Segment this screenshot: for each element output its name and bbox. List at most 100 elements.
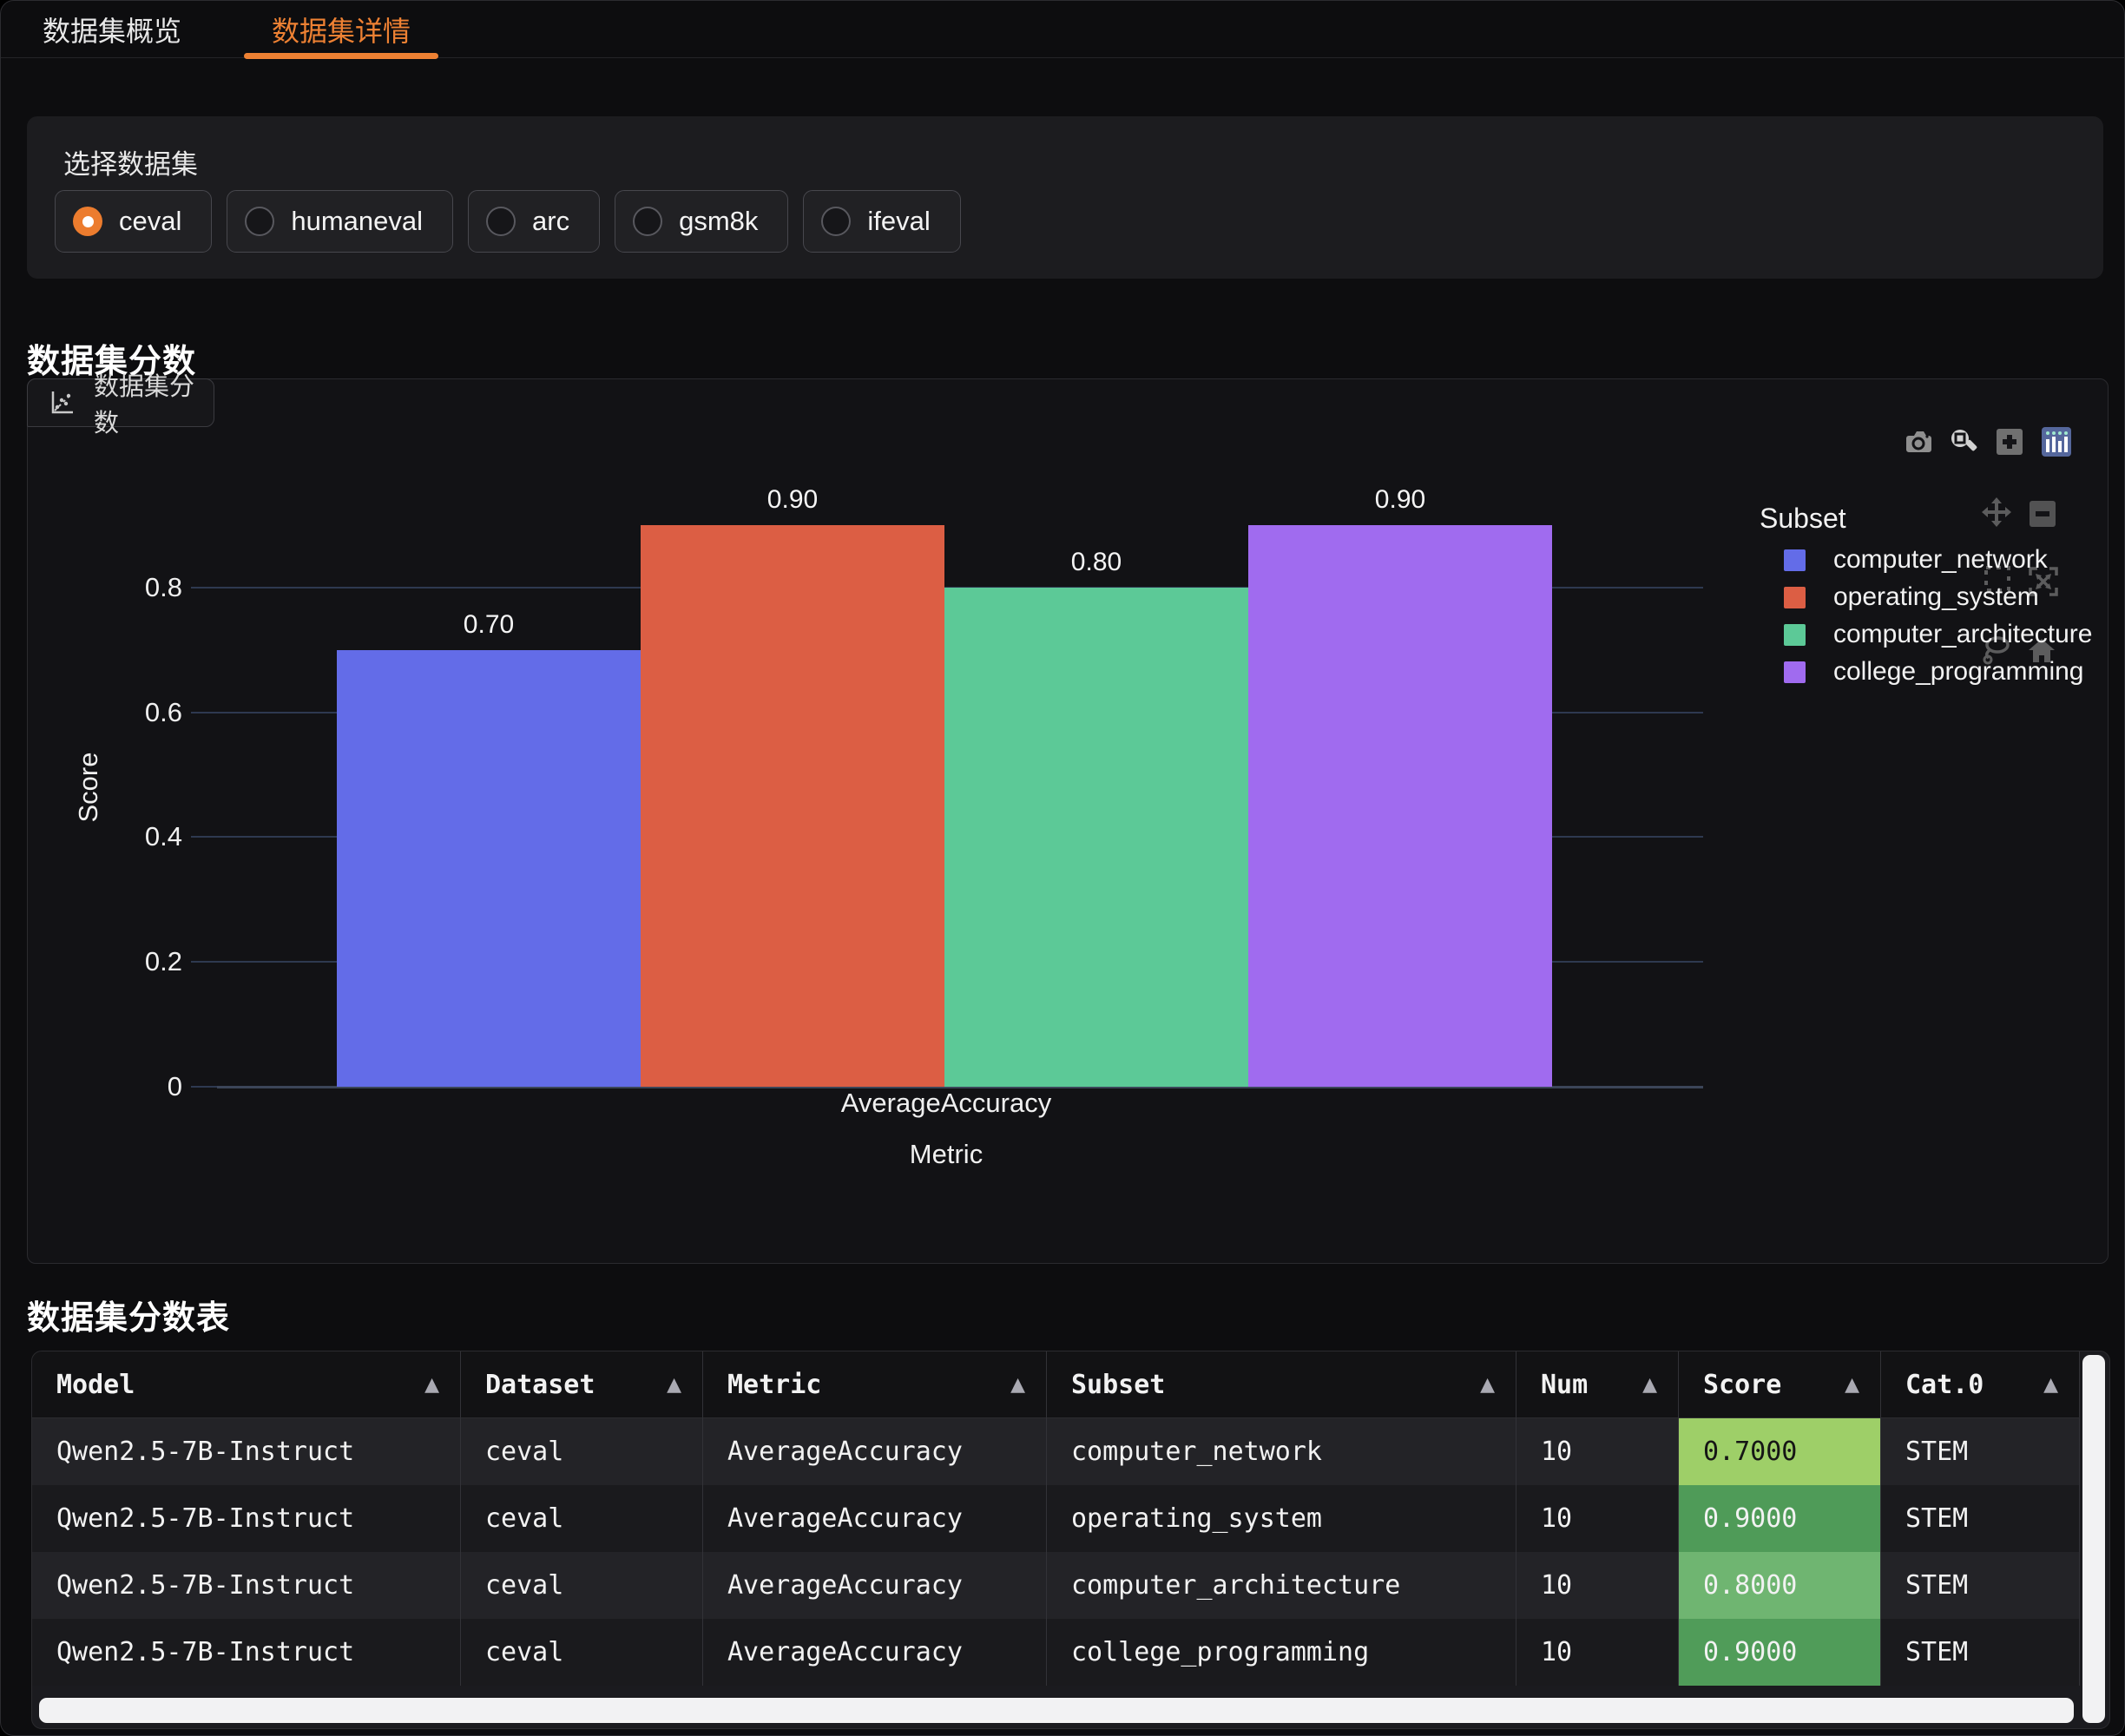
table-row[interactable]: Qwen2.5-7B-InstructcevalAverageAccuracyo…	[32, 1485, 2080, 1552]
y-tick-label: 0.2	[78, 946, 182, 977]
column-header-model[interactable]: Model ▲	[32, 1351, 461, 1418]
bar-value-label: 0.70	[464, 610, 514, 640]
y-tick-mark	[191, 961, 217, 963]
tab-label: 数据集详情	[272, 10, 411, 49]
bar-operating_system[interactable]	[641, 525, 944, 1087]
column-header-label: Cat.0	[1905, 1370, 1984, 1400]
column-header-label: Metric	[727, 1370, 821, 1400]
tab-bar: 数据集概览 数据集详情	[1, 1, 2124, 58]
y-tick-mark	[191, 712, 217, 713]
score-cell: 0.9000	[1679, 1619, 1881, 1686]
table-cell: AverageAccuracy	[703, 1418, 1047, 1485]
legend-item-computer_architecture[interactable]: computer_architecture	[1760, 619, 2092, 650]
table-cell: 10	[1516, 1418, 1679, 1485]
dataset-radio-ifeval[interactable]: ifeval	[803, 190, 960, 253]
sort-asc-icon[interactable]: ▲	[1845, 1374, 1859, 1396]
table-row[interactable]: Qwen2.5-7B-InstructcevalAverageAccuracyc…	[32, 1418, 2080, 1485]
dataset-radio-humaneval[interactable]: humaneval	[227, 190, 453, 253]
radio-selected-icon[interactable]	[73, 207, 102, 236]
table-cell: computer_network	[1047, 1418, 1516, 1485]
sort-asc-icon[interactable]: ▲	[667, 1374, 681, 1396]
dataset-selector-label: 选择数据集	[63, 142, 198, 181]
legend-swatch-icon	[1784, 624, 1806, 646]
table-cell: 10	[1516, 1552, 1679, 1619]
tab-label: 数据集概览	[43, 10, 181, 49]
radio-option-label: humaneval	[291, 206, 423, 237]
x-axis-title: Metric	[910, 1139, 983, 1170]
table-cell: Qwen2.5-7B-Instruct	[32, 1552, 461, 1619]
sort-asc-icon[interactable]: ▲	[2043, 1374, 2058, 1396]
radio-unselected-icon[interactable]	[633, 207, 662, 236]
radio-option-label: arc	[532, 206, 569, 237]
bar-computer_network[interactable]	[337, 650, 641, 1087]
table-header-row: Model▲Dataset▲Metric▲Subset▲Num▲Score▲Ca…	[32, 1351, 2080, 1418]
table-cell: 10	[1516, 1485, 1679, 1552]
table-cell: ceval	[461, 1418, 703, 1485]
y-tick-label: 0.4	[78, 821, 182, 852]
table-cell: AverageAccuracy	[703, 1552, 1047, 1619]
score-cell: 0.7000	[1679, 1418, 1881, 1485]
sort-asc-icon[interactable]: ▲	[1480, 1374, 1495, 1396]
table-row[interactable]: Qwen2.5-7B-InstructcevalAverageAccuracyc…	[32, 1619, 2080, 1686]
table-cell: AverageAccuracy	[703, 1485, 1047, 1552]
radio-unselected-icon[interactable]	[821, 207, 851, 236]
legend-item-label: computer_network	[1833, 545, 2048, 575]
table-cell: Qwen2.5-7B-Instruct	[32, 1485, 461, 1552]
table-section-title: 数据集分数表	[27, 1291, 230, 1338]
column-header-subset[interactable]: Subset ▲	[1047, 1351, 1516, 1418]
table-cell: ceval	[461, 1485, 703, 1552]
column-header-label: Score	[1703, 1370, 1781, 1400]
table-cell: Qwen2.5-7B-Instruct	[32, 1418, 461, 1485]
y-tick-label: 0.6	[78, 697, 182, 728]
column-header-num[interactable]: Num ▲	[1516, 1351, 1679, 1418]
active-tab-underline	[244, 53, 438, 59]
sort-asc-icon[interactable]: ▲	[424, 1374, 439, 1396]
bar-college_programming[interactable]	[1248, 525, 1552, 1087]
legend-item-college_programming[interactable]: college_programming	[1760, 656, 2084, 687]
dataset-radio-gsm8k[interactable]: gsm8k	[615, 190, 788, 253]
table-cell: ceval	[461, 1552, 703, 1619]
bar-value-label: 0.90	[1375, 485, 1425, 515]
y-tick-mark	[191, 836, 217, 838]
table-cell: AverageAccuracy	[703, 1619, 1047, 1686]
legend-title: Subset	[1760, 503, 2124, 535]
y-axis-title: Score	[73, 753, 104, 823]
score-cell: 0.9000	[1679, 1485, 1881, 1552]
sort-asc-icon[interactable]: ▲	[1642, 1374, 1657, 1396]
bar-computer_architecture[interactable]	[944, 588, 1248, 1087]
dataset-radio-ceval[interactable]: ceval	[55, 190, 212, 253]
legend-item-operating_system[interactable]: operating_system	[1760, 582, 2039, 613]
bar-value-label: 0.90	[767, 485, 818, 515]
y-tick-label: 0.8	[78, 572, 182, 603]
radio-option-label: ifeval	[867, 206, 930, 237]
radio-unselected-icon[interactable]	[245, 207, 274, 236]
table-cell: college_programming	[1047, 1619, 1516, 1686]
legend-swatch-icon	[1784, 549, 1806, 571]
column-header-metric[interactable]: Metric ▲	[703, 1351, 1047, 1418]
horizontal-scrollbar[interactable]	[39, 1698, 2074, 1723]
column-header-score[interactable]: Score ▲	[1679, 1351, 1881, 1418]
x-tick-label: AverageAccuracy	[841, 1088, 1051, 1119]
y-tick-label: 0	[78, 1071, 182, 1102]
sort-asc-icon[interactable]: ▲	[1010, 1374, 1025, 1396]
table-cell: ceval	[461, 1619, 703, 1686]
column-header-label: Model	[56, 1370, 135, 1400]
dataset-radio-group: ceval humaneval arc gsm8k ifeval	[55, 190, 961, 253]
radio-option-label: gsm8k	[679, 206, 758, 237]
tab-dataset-details[interactable]: 数据集详情	[244, 1, 438, 58]
column-header-dataset[interactable]: Dataset▲	[461, 1351, 703, 1418]
column-header-cat-0[interactable]: Cat.0 ▲	[1881, 1351, 2080, 1418]
table-cell: STEM	[1881, 1418, 2080, 1485]
table-cell: STEM	[1881, 1552, 2080, 1619]
legend-item-label: computer_architecture	[1833, 620, 2092, 649]
column-header-label: Num	[1541, 1370, 1588, 1400]
radio-unselected-icon[interactable]	[486, 207, 516, 236]
dataset-radio-arc[interactable]: arc	[468, 190, 600, 253]
table-cell: STEM	[1881, 1619, 2080, 1686]
table-cell: computer_architecture	[1047, 1552, 1516, 1619]
tab-dataset-overview[interactable]: 数据集概览	[34, 1, 190, 58]
column-header-label: Subset	[1071, 1370, 1165, 1400]
legend-item-computer_network[interactable]: computer_network	[1760, 544, 2048, 575]
table-row[interactable]: Qwen2.5-7B-InstructcevalAverageAccuracyc…	[32, 1552, 2080, 1619]
vertical-scrollbar[interactable]	[2082, 1355, 2105, 1723]
